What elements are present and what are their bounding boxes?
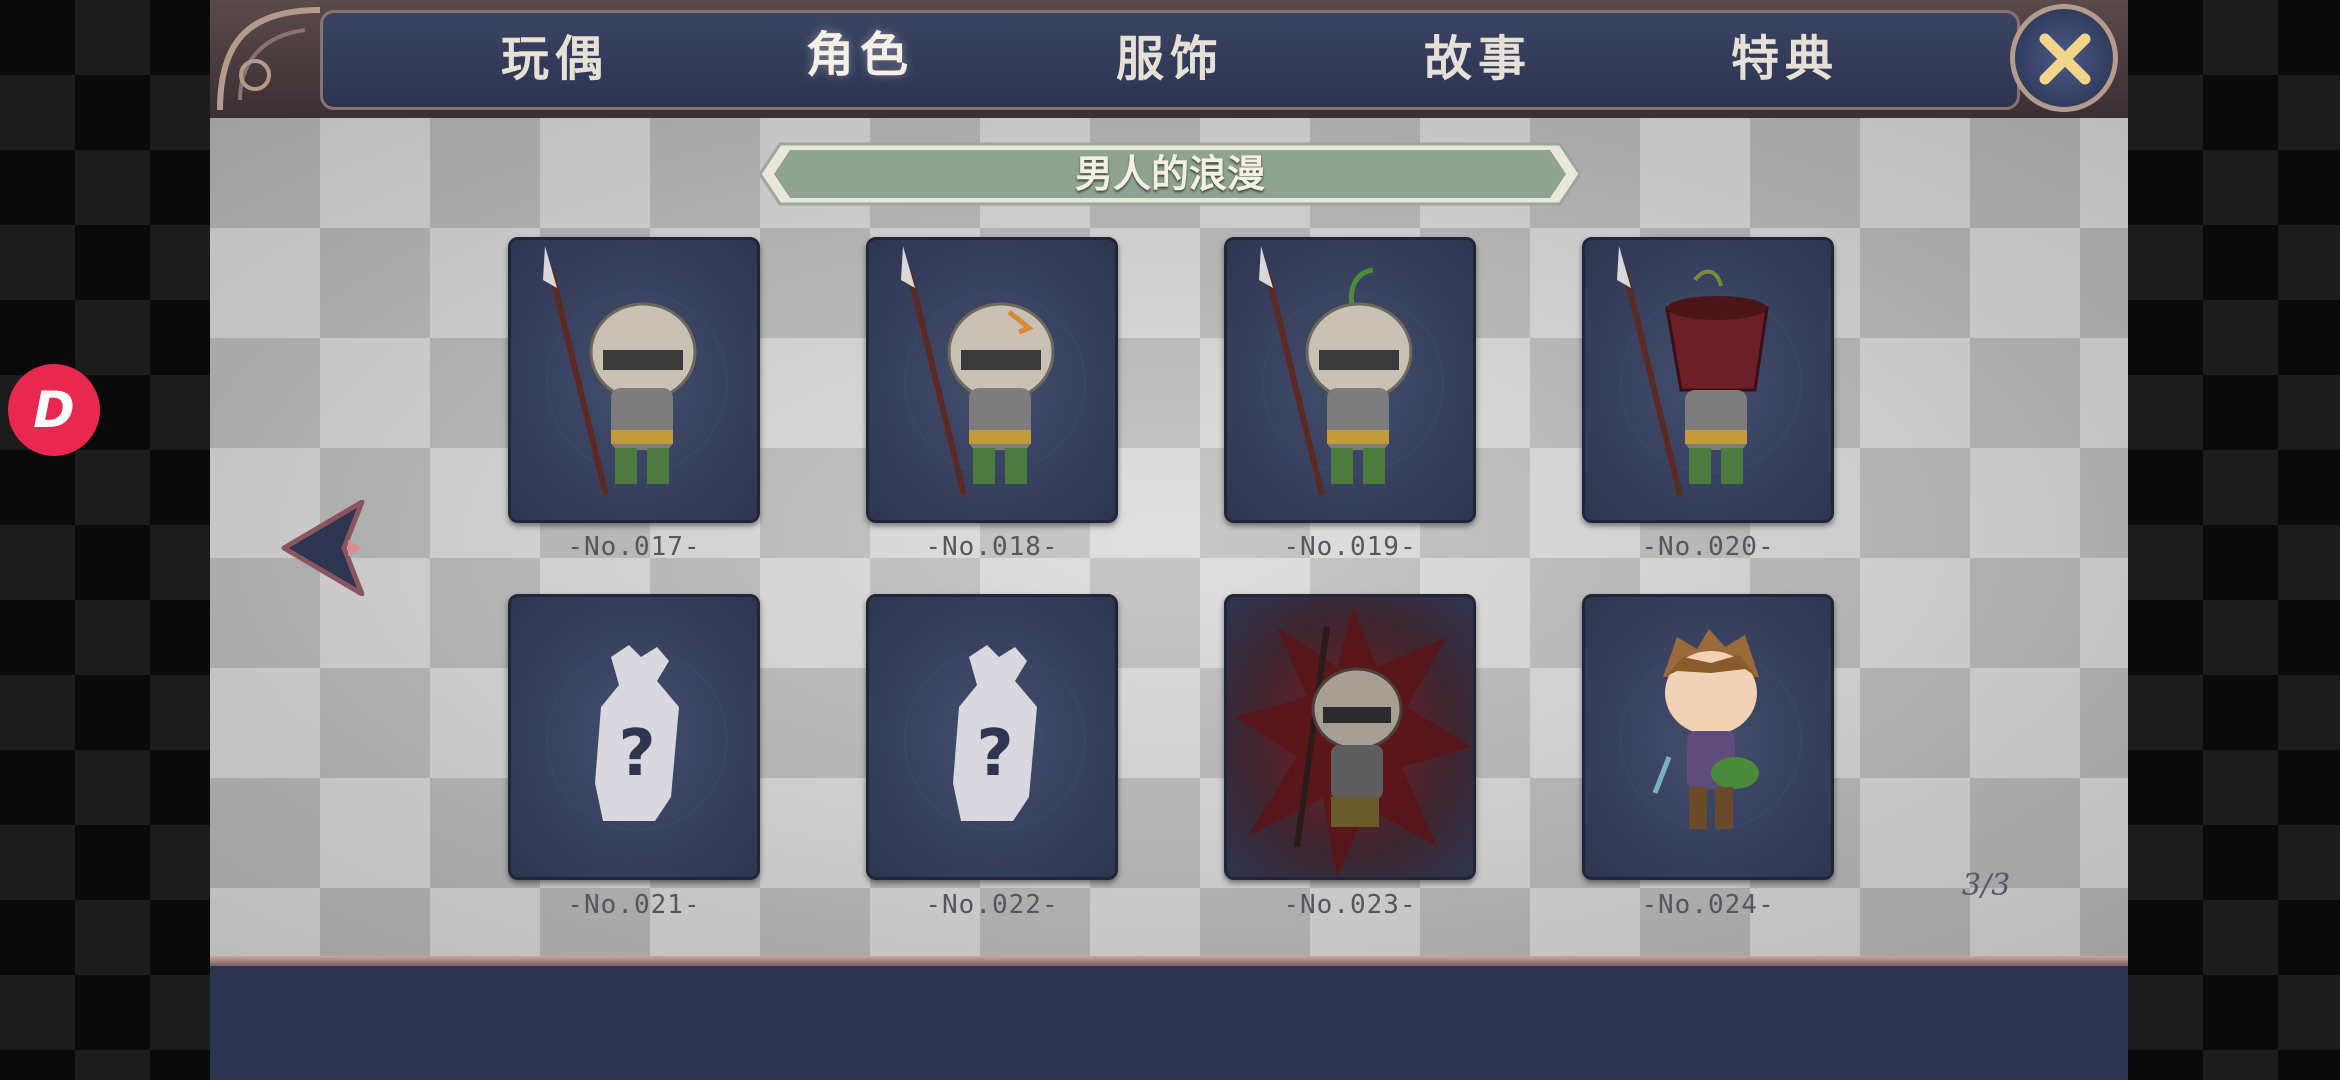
game-screen: 玩偶 角色 服饰 故事 特典 男人的浪漫 -No.017- -No.018- -… [210,0,2128,1080]
svg-text:?: ? [976,717,1013,791]
card-number-022: -No.022- [925,890,1059,920]
svg-text:?: ? [618,717,655,791]
left-letterbox [0,0,210,1080]
soldier-red-aura-icon [1235,607,1472,877]
character-card-020[interactable] [1582,237,1834,523]
banner-title: 男人的浪漫 [1074,152,1265,196]
tab-characters[interactable]: 角色 [760,20,960,90]
character-card-017[interactable] [508,237,760,523]
character-card-021[interactable]: ? [508,594,760,880]
card-number-024: -No.024- [1641,890,1775,920]
character-card-024[interactable] [1582,594,1834,880]
tab-stories[interactable]: 故事 [1378,24,1578,94]
top-tab-bar: 玩偶 角色 服饰 故事 特典 [210,0,2128,118]
checkered-background [210,118,2128,956]
overlay-app-icon[interactable]: D [8,364,100,456]
card-number-020: -No.020- [1641,532,1775,562]
soldier-helmet-sprout-icon [1259,246,1444,496]
prev-page-arrow-icon[interactable] [278,500,368,596]
boy-green-bag-icon [1620,629,1802,831]
tab-extras[interactable]: 特典 [1685,24,1885,94]
card-number-023: -No.023- [1283,890,1417,920]
mystery-silhouette-icon: ? [546,645,728,831]
close-icon [2039,33,2091,85]
page-indicator: 3/3 [1962,868,2011,903]
tab-outfits[interactable]: 服饰 [1070,24,1270,94]
soldier-helmet-patched-icon [901,246,1086,496]
character-card-023[interactable] [1224,594,1476,880]
bottom-panel [210,956,2128,1080]
card-number-018: -No.018- [925,532,1059,562]
card-number-017: -No.017- [567,532,701,562]
soldier-helmet-spear-icon [543,246,728,496]
character-card-018[interactable] [866,237,1118,523]
card-number-021: -No.021- [567,890,701,920]
close-button[interactable] [2010,4,2118,112]
tab-dolls[interactable]: 玩偶 [455,24,655,94]
soldier-pot-helmet-icon [1617,246,1802,496]
character-card-019[interactable] [1224,237,1476,523]
mystery-silhouette-icon: ? [904,645,1086,831]
overlay-app-icon-glyph: D [33,381,75,439]
character-card-022[interactable]: ? [866,594,1118,880]
card-number-019: -No.019- [1283,532,1417,562]
right-letterbox [2128,0,2340,1080]
